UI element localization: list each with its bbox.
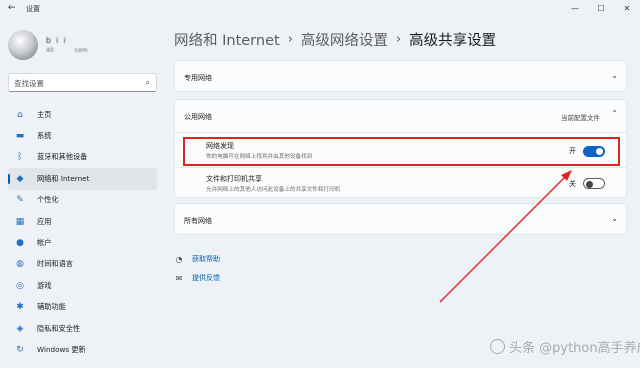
breadcrumb-advanced-network[interactable]: 高级网络设置 xyxy=(301,29,388,50)
apps-icon: ▦ xyxy=(15,216,25,227)
feedback-link[interactable]: ✉ 提供反馈 xyxy=(174,273,220,283)
maximize-button[interactable]: ☐ xyxy=(588,0,614,16)
network-discovery-desc: 你的电脑可在网络上找到并由其他设备找到 xyxy=(206,154,313,160)
sidebar-nav: ⌂ 主页 ▬ 系统 ᛒ 蓝牙和其他设备 ◆ 网络和 Internet ✎ 个性化 ▦ 应用 ● 帐户 ◍ 时间… xyxy=(8,104,157,361)
sidebar-item-5[interactable]: ▦ 应用 xyxy=(8,211,157,232)
search-icon[interactable]: ⌕ xyxy=(146,78,150,88)
network-discovery-title: 网络发现 xyxy=(206,142,234,150)
network-discovery-toggle[interactable] xyxy=(583,146,605,157)
sidebar-item-label: 系统 xyxy=(37,131,52,141)
chevron-down-icon[interactable]: ⌄ xyxy=(611,71,618,80)
accessibility-icon: ✱ xyxy=(16,302,24,313)
person-icon: ● xyxy=(16,238,24,249)
window-controls: — ☐ ✕ xyxy=(562,0,640,16)
section-label-private: 专用网络 xyxy=(184,74,212,82)
sidebar-item-1[interactable]: ▬ 系统 xyxy=(8,125,157,146)
chevron-right-icon: › xyxy=(287,32,293,47)
watermark-logo-icon xyxy=(490,339,505,354)
sidebar-item-11[interactable]: ↻ Windows 更新 xyxy=(8,339,157,360)
globe-icon: ◍ xyxy=(16,259,24,270)
get-help-link[interactable]: ◔ 获取帮助 xyxy=(174,254,221,264)
chevron-up-icon[interactable]: ⌃ xyxy=(611,109,618,118)
back-arrow-icon[interactable]: ← xyxy=(8,3,16,13)
toggle-knob xyxy=(586,180,593,188)
private-network-section[interactable]: 专用网络 ⌄ xyxy=(174,60,627,92)
sidebar-item-6[interactable]: ● 帐户 xyxy=(8,232,157,253)
profile-email: 40 com xyxy=(46,47,88,54)
current-profile-label: 当前配置文件 xyxy=(561,114,600,122)
sidebar-item-10[interactable]: ◈ 隐私和安全性 xyxy=(8,318,157,339)
sidebar-item-label: 应用 xyxy=(37,216,52,226)
sidebar-item-label: 网络和 Internet xyxy=(37,173,90,183)
file-sharing-desc: 允许网络上的其他人访问此设备上的共享文件和打印机 xyxy=(206,187,341,193)
help-icon: ◔ xyxy=(175,254,183,264)
search-input[interactable]: 查找设置 ⌕ xyxy=(8,73,157,92)
all-networks-section[interactable]: 所有网络 ⌄ xyxy=(174,203,627,235)
sidebar-item-label: 时间和语言 xyxy=(37,259,73,269)
monitor-icon: ▬ xyxy=(15,131,25,142)
page-title: 高级共享设置 xyxy=(409,33,497,49)
chevron-down-icon[interactable]: ⌄ xyxy=(611,214,618,223)
watermark-text: 头条 @python高手养成 xyxy=(509,341,640,356)
file-sharing-title: 文件和打印机共享 xyxy=(206,175,262,183)
wifi-icon: ◆ xyxy=(16,173,24,184)
file-sharing-toggle[interactable] xyxy=(583,178,605,189)
feedback-icon: ✉ xyxy=(175,273,183,283)
sidebar-item-label: 主页 xyxy=(37,109,52,119)
divider xyxy=(175,132,626,133)
network-discovery-state: 开 xyxy=(569,147,576,155)
sidebar-item-label: 蓝牙和其他设备 xyxy=(37,152,88,162)
brush-icon: ✎ xyxy=(16,195,24,206)
gamepad-icon: ◎ xyxy=(16,280,24,291)
bluetooth-icon: ᛒ xyxy=(17,152,23,163)
sidebar-item-label: 隐私和安全性 xyxy=(37,323,81,333)
sidebar-item-4[interactable]: ✎ 个性化 xyxy=(8,190,157,211)
close-button[interactable]: ✕ xyxy=(614,0,640,16)
sidebar-item-label: 个性化 xyxy=(37,195,59,205)
sidebar-item-2[interactable]: ᛒ 蓝牙和其他设备 xyxy=(8,147,157,168)
divider xyxy=(175,167,626,168)
section-label-all: 所有网络 xyxy=(184,217,212,225)
breadcrumb-network[interactable]: 网络和 Internet xyxy=(174,29,280,50)
public-network-section: 公用网络 当前配置文件 ⌃ 网络发现 你的电脑可在网络上找到并由其他设备找到 开… xyxy=(174,99,627,198)
feedback-text: 提供反馈 xyxy=(192,274,220,282)
toggle-knob xyxy=(595,148,603,155)
home-icon: ⌂ xyxy=(17,109,23,120)
profile-name: b i i xyxy=(46,36,66,45)
section-label-public: 公用网络 xyxy=(184,113,212,121)
sidebar-item-label: 帐户 xyxy=(37,238,52,248)
search-placeholder: 查找设置 xyxy=(14,79,44,88)
sidebar-item-label: 辅助功能 xyxy=(37,302,66,312)
app-title: 设置 xyxy=(26,5,40,13)
breadcrumb: 网络和 Internet › 高级网络设置 › 高级共享设置 xyxy=(174,29,496,50)
watermark: 头条 @python高手养成 xyxy=(490,337,640,356)
sidebar-item-7[interactable]: ◍ 时间和语言 xyxy=(8,254,157,275)
sidebar-item-9[interactable]: ✱ 辅助功能 xyxy=(8,297,157,318)
update-icon: ↻ xyxy=(16,344,24,355)
sidebar-item-0[interactable]: ⌂ 主页 xyxy=(8,104,157,125)
chevron-right-icon: › xyxy=(395,32,402,47)
avatar xyxy=(8,30,38,60)
shield-icon: ◈ xyxy=(16,323,24,334)
title-bar: ← 设置 — ☐ ✕ xyxy=(0,0,640,18)
file-sharing-state: 关 xyxy=(569,180,576,188)
sidebar-item-label: 游戏 xyxy=(37,280,52,290)
sidebar-item-3[interactable]: ◆ 网络和 Internet xyxy=(8,168,157,190)
get-help-text: 获取帮助 xyxy=(192,255,220,263)
sidebar-item-8[interactable]: ◎ 游戏 xyxy=(8,275,157,296)
sidebar-item-label: Windows 更新 xyxy=(37,344,86,354)
minimize-button[interactable]: — xyxy=(562,0,588,16)
